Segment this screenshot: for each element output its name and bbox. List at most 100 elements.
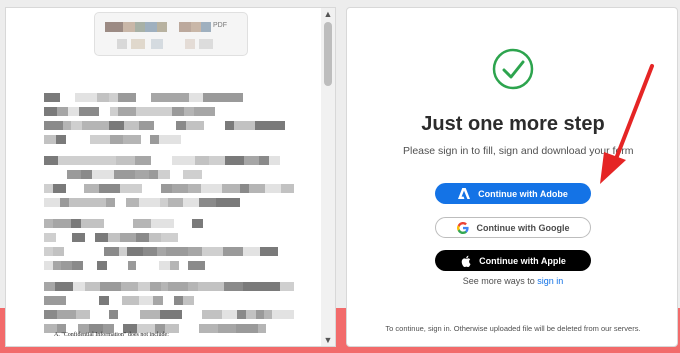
pixelated-block	[120, 233, 136, 242]
pixelated-block	[197, 282, 213, 291]
pixelated-block	[44, 219, 53, 228]
pixelated-block	[92, 170, 114, 179]
document-toolbar: PDF	[94, 12, 248, 56]
pixelated-block	[114, 170, 135, 179]
pixelated-block	[260, 247, 278, 256]
pixelated-block	[186, 121, 204, 130]
pixelated-block	[55, 282, 73, 291]
pixelated-block	[139, 296, 153, 305]
pixelated-block	[85, 233, 95, 242]
toolbar-pixel	[201, 22, 211, 32]
pixelated-block	[174, 93, 189, 102]
pixelated-block	[44, 198, 60, 207]
pixelated-block	[255, 310, 264, 319]
toolbar-pixel	[123, 22, 135, 32]
toolbar-pixel	[157, 22, 167, 32]
scroll-up-icon[interactable]: ▲	[321, 8, 335, 20]
google-logo-icon	[456, 221, 469, 234]
pixelated-block	[81, 296, 99, 305]
pixelated-block	[154, 121, 176, 130]
pixelated-block	[223, 282, 244, 291]
pixelated-block	[56, 135, 66, 144]
pixelated-text-row	[44, 121, 294, 130]
pixelated-block	[115, 198, 126, 207]
pixelated-block	[104, 247, 119, 256]
pixelated-block	[104, 219, 121, 228]
pixelated-block	[120, 282, 138, 291]
pixelated-block	[230, 93, 243, 102]
pixelated-block	[127, 247, 143, 256]
pixelated-block	[158, 170, 170, 179]
toolbar-pixel	[199, 39, 213, 49]
pixelated-block	[91, 198, 106, 207]
pixelated-block	[72, 261, 83, 270]
pixelated-block	[44, 310, 57, 319]
pixelated-block	[160, 310, 182, 319]
pixelated-block	[174, 296, 183, 305]
pixelated-block	[216, 198, 225, 207]
annotation-arrow-icon	[600, 64, 654, 184]
pixelated-block	[222, 310, 237, 319]
pixelated-block	[142, 184, 162, 193]
pixelated-block	[53, 261, 61, 270]
pixelated-block	[99, 296, 109, 305]
pixelated-block	[81, 219, 104, 228]
pixelated-block	[44, 121, 63, 130]
pixelated-block	[56, 310, 77, 319]
pixelated-block	[223, 247, 243, 256]
continue-with-adobe-button[interactable]: Continue with Adobe	[435, 183, 591, 204]
pixelated-block	[58, 156, 76, 165]
more-signin-options: See more ways to sign in	[347, 276, 679, 286]
toolbar-pixel	[145, 22, 157, 32]
pixelated-block	[181, 310, 202, 319]
scroll-down-icon[interactable]: ▼	[321, 334, 335, 346]
vertical-scrollbar[interactable]: ▲ ▼	[321, 8, 335, 346]
pixelated-block	[263, 310, 273, 319]
pixelated-block	[150, 135, 159, 144]
pixelated-block	[75, 135, 90, 144]
pixelated-block	[234, 121, 255, 130]
pixelated-block	[199, 198, 216, 207]
pixelated-block	[118, 107, 136, 116]
pixelated-block	[136, 93, 151, 102]
document-viewer[interactable]: PDF A. "Confidential Information" does n…	[5, 7, 336, 347]
scroll-thumb[interactable]	[324, 22, 332, 86]
pixelated-block	[269, 156, 280, 165]
pixelated-block	[136, 107, 151, 116]
pixelated-block	[258, 324, 266, 333]
pixelated-block	[149, 282, 161, 291]
pixelated-block	[168, 198, 183, 207]
pixelated-block	[84, 282, 101, 291]
pixelated-text-row	[44, 184, 295, 193]
pixelated-block	[280, 282, 294, 291]
pixelated-block	[106, 198, 115, 207]
pixelated-text-row	[44, 296, 294, 305]
pixelated-block	[44, 93, 60, 102]
pixelated-block	[225, 121, 234, 130]
blurred-document-text	[44, 93, 295, 345]
pixelated-block	[60, 198, 69, 207]
pixelated-block	[97, 261, 107, 270]
pixelated-text-row	[44, 233, 294, 242]
pixelated-block	[135, 170, 149, 179]
pixelated-block	[90, 247, 104, 256]
pixelated-block	[44, 261, 53, 270]
sign-in-link[interactable]: sign in	[537, 276, 563, 286]
pixelated-block	[166, 247, 188, 256]
pixelated-text-row	[44, 310, 295, 319]
continue-with-apple-button[interactable]: Continue with Apple	[435, 250, 591, 271]
pixelated-block	[151, 93, 174, 102]
pixelated-block	[109, 184, 121, 193]
continue-with-google-button[interactable]: Continue with Google	[435, 217, 591, 238]
toolbar-pixel	[191, 22, 201, 32]
pixelated-block	[167, 135, 181, 144]
pixelated-block	[109, 296, 122, 305]
pixelated-block	[44, 156, 58, 165]
pixelated-text-row	[44, 261, 294, 270]
pixelated-block	[81, 170, 92, 179]
pixelated-block	[192, 219, 203, 228]
pixelated-block	[120, 184, 143, 193]
pixelated-block	[107, 261, 128, 270]
pixelated-block	[151, 219, 174, 228]
pixelated-text-row	[44, 219, 294, 228]
